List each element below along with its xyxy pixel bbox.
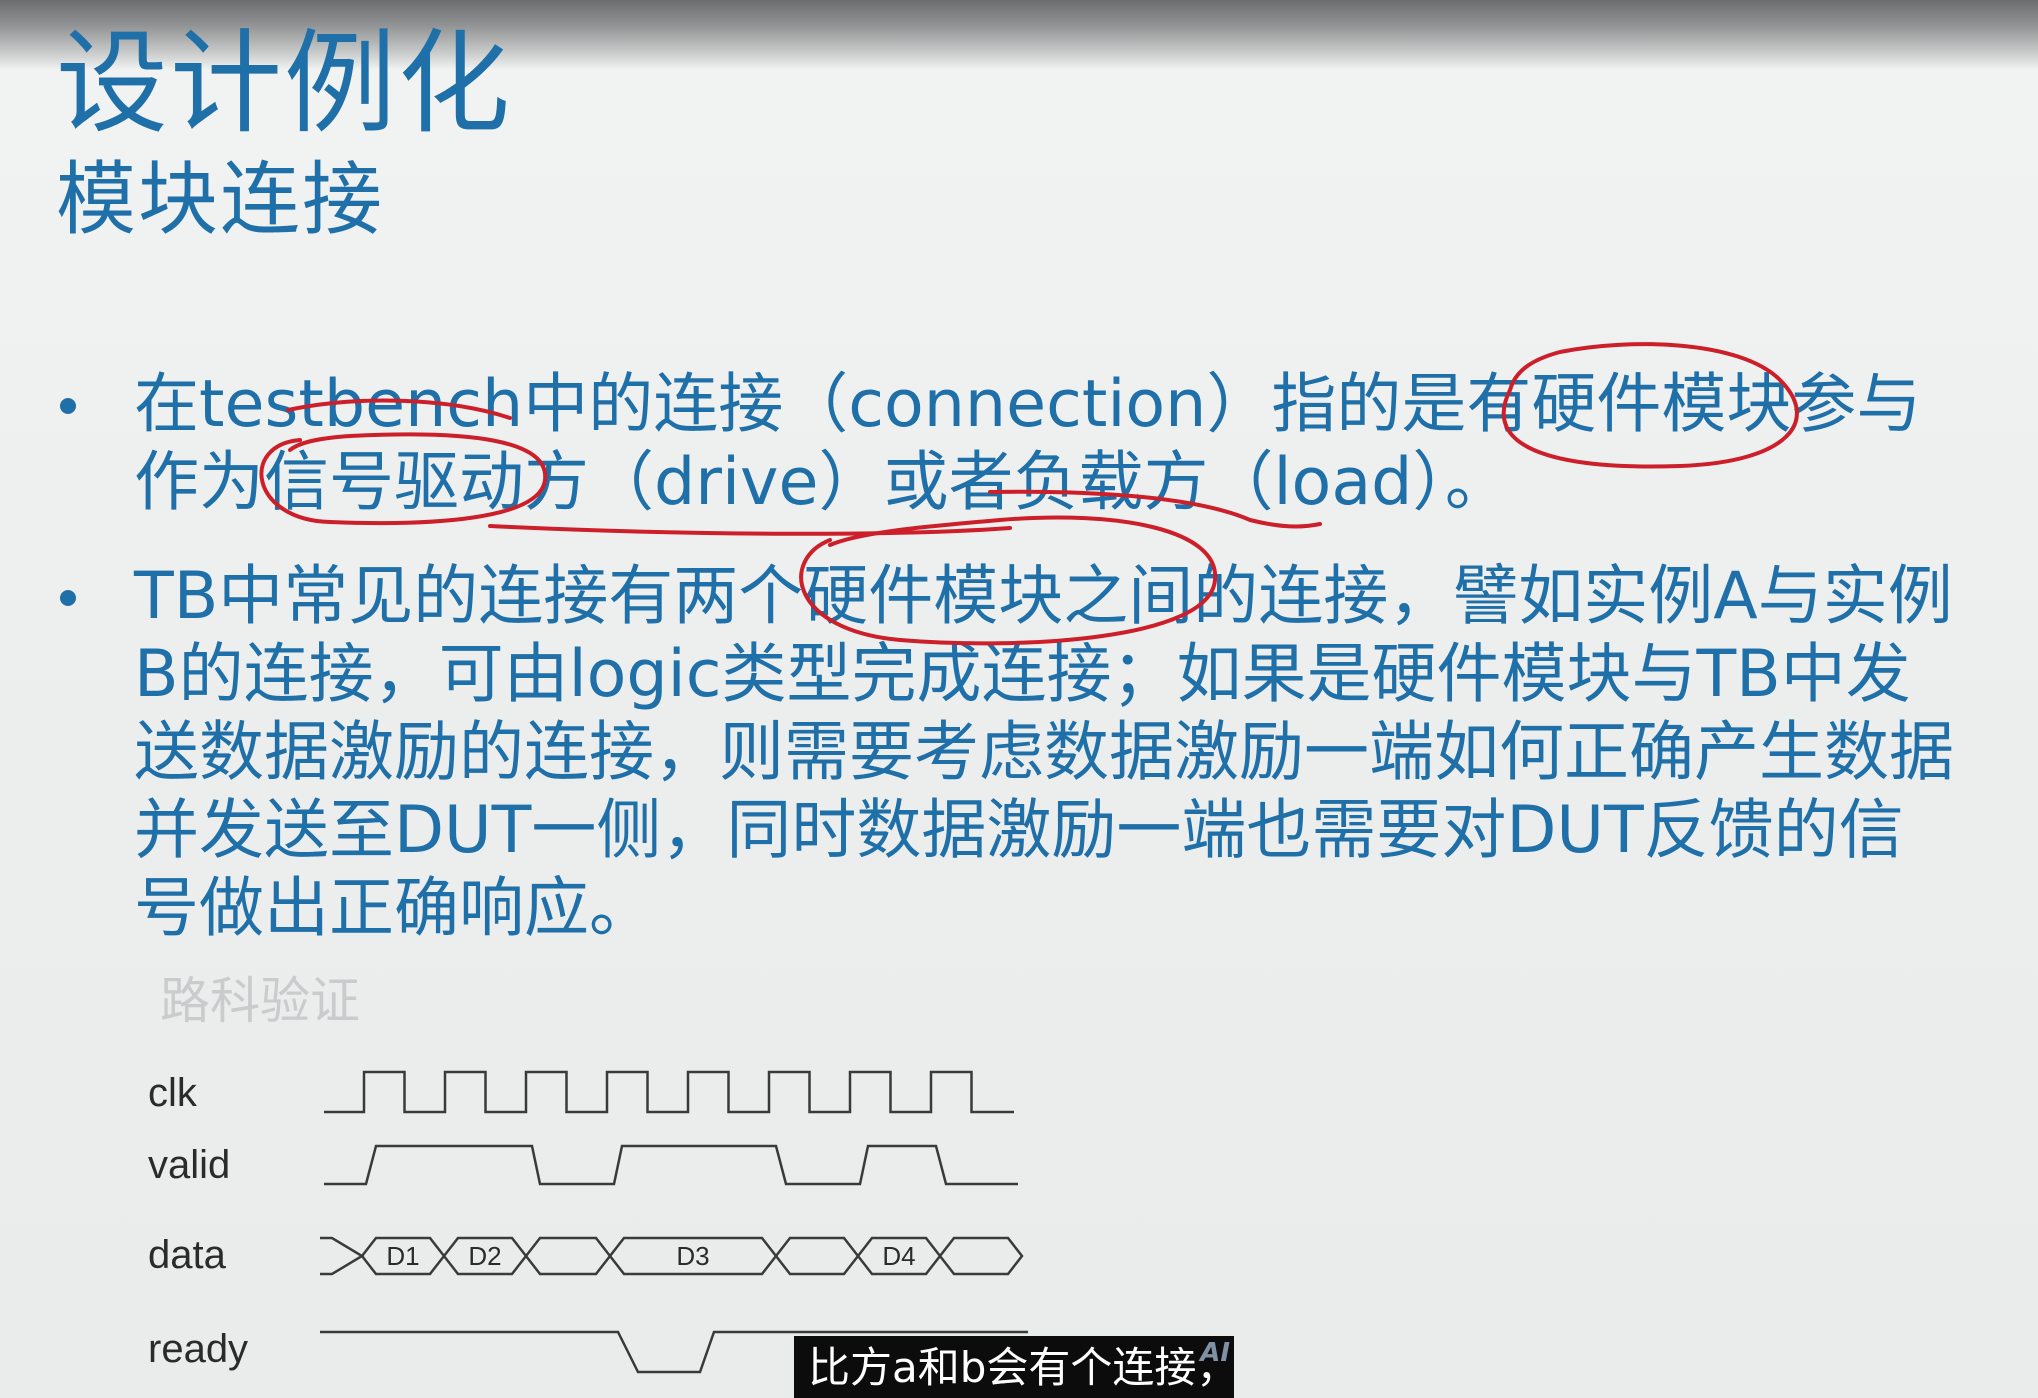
clk-waveform xyxy=(324,1070,1014,1114)
data-bus-segment xyxy=(938,1236,1024,1276)
signal-label-valid: valid xyxy=(148,1143,230,1187)
data-label-d3: D3 xyxy=(676,1241,709,1271)
data-label-d4: D4 xyxy=(882,1241,915,1271)
data-bus-lead xyxy=(320,1236,365,1276)
data-bus-waveform xyxy=(320,1236,1024,1276)
valid-waveform xyxy=(324,1144,1018,1186)
data-bus-segment xyxy=(774,1236,860,1276)
signal-label-data: data xyxy=(148,1233,227,1277)
signal-label-clk: clk xyxy=(148,1071,198,1115)
data-label-d2: D2 xyxy=(468,1241,501,1271)
video-caption-text: 比方a和b会有个连接， xyxy=(808,1343,1239,1392)
timing-diagram: clk valid data ready D1 D2 D3 D4 xyxy=(148,1070,1028,1374)
data-label-d1: D1 xyxy=(386,1241,419,1271)
ai-badge: AI xyxy=(1200,1338,1230,1368)
data-bus-segment xyxy=(524,1236,612,1276)
video-caption-bar: 比方a和b会有个连接， AI xyxy=(794,1336,1238,1398)
signal-label-ready: ready xyxy=(148,1327,248,1371)
